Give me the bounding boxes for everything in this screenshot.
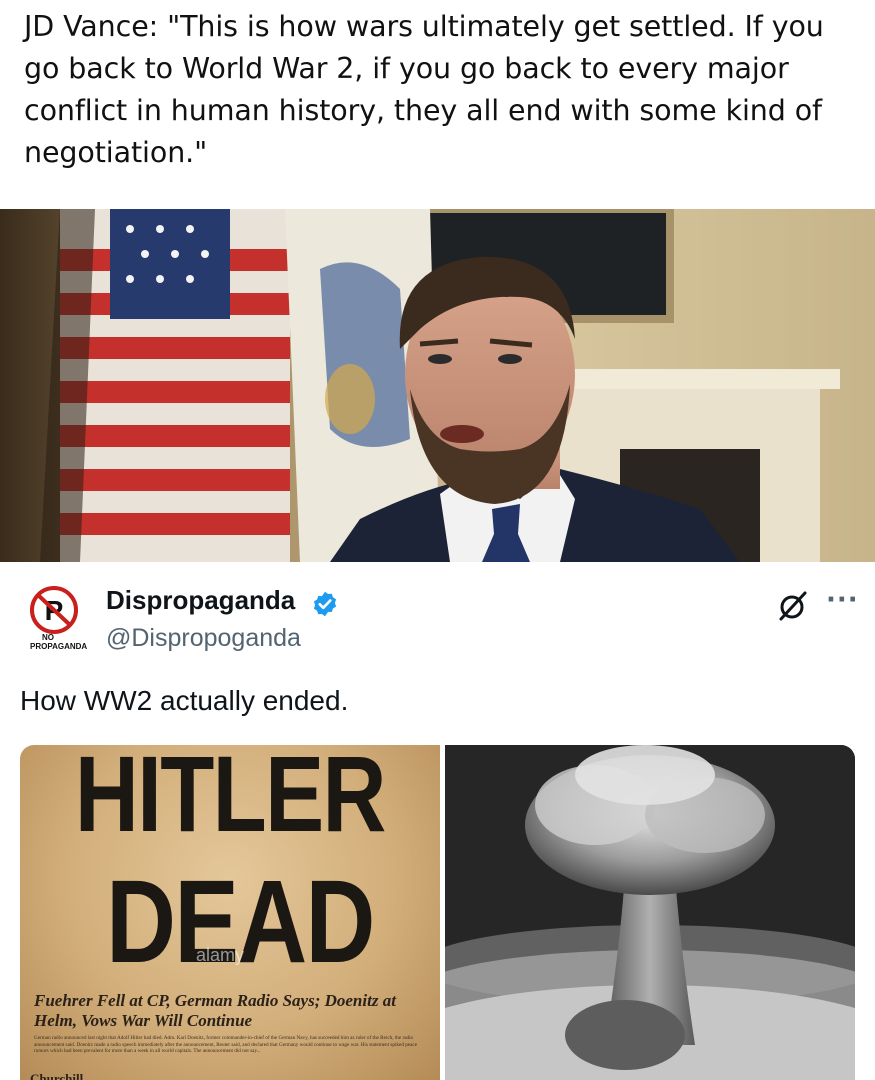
- newspaper-image[interactable]: HITLER DEAD Fuehrer Fell at CP, German R…: [20, 745, 440, 1080]
- speaker-photo[interactable]: [0, 209, 875, 562]
- display-name[interactable]: Dispropaganda: [106, 585, 295, 616]
- newspaper-body-text: German radio announced last night that A…: [34, 1035, 418, 1054]
- speaker-photo-illustration: [0, 209, 875, 562]
- mushroom-cloud-image[interactable]: [390, 745, 855, 1080]
- quote-text: JD Vance: "This is how wars ultimately g…: [24, 10, 824, 169]
- avatar-caption-top: NO: [42, 633, 54, 642]
- tweet-media[interactable]: HITLER DEAD Fuehrer Fell at CP, German R…: [20, 745, 855, 1080]
- watermark: alamy: [196, 945, 245, 965]
- verified-badge-icon: [313, 591, 337, 617]
- mushroom-cloud-illustration: [390, 745, 855, 1080]
- tweet-text: How WW2 actually ended.: [20, 685, 349, 716]
- grok-icon[interactable]: [775, 588, 811, 624]
- user-handle[interactable]: @Dispropoganda: [106, 624, 301, 653]
- avatar-caption-bottom: PROPAGANDA: [30, 642, 88, 651]
- more-options-button[interactable]: ···: [826, 587, 860, 616]
- newspaper-column-label: Churchill: [30, 1071, 84, 1080]
- newspaper-subhead: Fuehrer Fell at CP, German Radio Says; D…: [34, 991, 396, 1030]
- newspaper-headline-line1: HITLER: [74, 745, 387, 854]
